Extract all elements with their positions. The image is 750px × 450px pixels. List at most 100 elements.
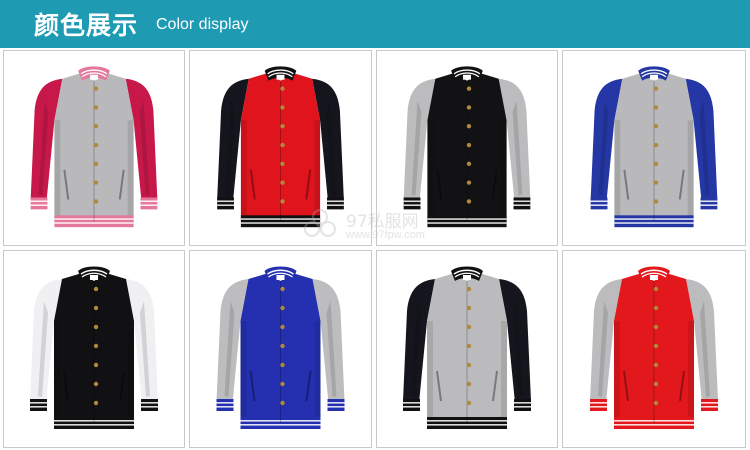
jacket-button xyxy=(653,305,659,311)
jacket-button xyxy=(93,343,99,349)
jacket-button xyxy=(466,199,472,204)
jacket-button xyxy=(653,286,659,292)
neck-label xyxy=(650,74,658,80)
jacket-button xyxy=(466,343,472,349)
header-title-cn: 颜色展示 xyxy=(34,11,139,40)
right-cuff xyxy=(700,197,718,210)
header-banner: 颜色展示 Color display xyxy=(0,0,750,48)
neck-label xyxy=(463,74,471,80)
right-cuff xyxy=(513,197,531,210)
right-cuff xyxy=(514,399,531,411)
jacket-button xyxy=(280,343,285,349)
right-cuff xyxy=(701,399,718,411)
jacket-figure xyxy=(217,66,344,228)
jacket-button xyxy=(466,286,472,292)
left-cuff xyxy=(590,399,607,411)
jacket-figure xyxy=(403,266,531,429)
jacket-button xyxy=(280,142,285,148)
header-title-en: Color display xyxy=(156,16,249,33)
jacket-button xyxy=(93,86,99,91)
left-cuff xyxy=(590,197,608,210)
neck-label xyxy=(463,275,471,280)
jacket-button xyxy=(653,324,659,330)
jacket-button xyxy=(653,343,659,349)
varsity-jacket-icon xyxy=(216,266,345,429)
right-cuff xyxy=(327,399,345,411)
jacket-button xyxy=(653,381,659,387)
left-cuff xyxy=(216,399,234,411)
jacket-button xyxy=(93,324,99,330)
jacket-button xyxy=(466,400,472,406)
jacket-button xyxy=(280,381,285,387)
product-tile[interactable] xyxy=(562,250,746,448)
product-tile[interactable] xyxy=(189,250,372,448)
product-tile[interactable] xyxy=(3,250,185,448)
jacket-button xyxy=(280,124,285,129)
jacket-button xyxy=(93,161,99,167)
jacket-figure xyxy=(590,266,718,429)
jacket-button xyxy=(93,400,99,406)
jacket-button xyxy=(93,142,99,148)
varsity-jacket-icon xyxy=(403,266,531,429)
jacket-figure xyxy=(30,266,158,429)
jacket-figure xyxy=(590,66,718,228)
left-cuff xyxy=(403,399,420,411)
right-cuff xyxy=(141,399,158,411)
product-tile[interactable] xyxy=(376,250,558,448)
jacket-button xyxy=(653,362,659,368)
neck-label xyxy=(276,74,285,80)
jacket-button xyxy=(466,305,472,311)
neck-label xyxy=(650,275,658,280)
jacket-button xyxy=(653,142,659,148)
neck-label xyxy=(90,74,98,80)
jacket-button xyxy=(280,400,285,406)
jacket-button xyxy=(466,180,472,185)
flower-logo-icon xyxy=(304,209,336,237)
left-cuff xyxy=(30,399,47,411)
jacket-button xyxy=(466,105,472,110)
left-cuff xyxy=(217,197,234,210)
jacket-button xyxy=(93,381,99,387)
jacket-button xyxy=(466,161,472,167)
neck-label xyxy=(276,275,285,280)
jacket-button xyxy=(280,161,285,167)
jacket-button xyxy=(653,124,659,129)
jacket-button xyxy=(93,305,99,311)
neck-label xyxy=(90,275,98,280)
jacket-button xyxy=(280,324,285,330)
jacket-button xyxy=(280,199,285,204)
jacket-button xyxy=(280,305,285,311)
left-cuff xyxy=(30,197,48,210)
jacket-button xyxy=(653,161,659,167)
jacket-button xyxy=(93,124,99,129)
jacket-button xyxy=(653,400,659,406)
product-tile[interactable] xyxy=(3,50,185,246)
jacket-button xyxy=(93,105,99,110)
watermark-url: www.97fpw.com xyxy=(346,229,425,241)
jacket-button xyxy=(653,86,659,91)
jacket-button xyxy=(653,180,659,185)
varsity-jacket-icon xyxy=(30,266,158,429)
jacket-button xyxy=(280,86,285,91)
jacket-figure xyxy=(30,66,158,228)
varsity-jacket-icon xyxy=(590,66,718,228)
varsity-jacket-icon xyxy=(30,66,158,228)
jacket-button xyxy=(280,362,285,368)
jacket-button xyxy=(653,199,659,204)
watermark: 97私服网 www.97fpw.com xyxy=(300,205,470,245)
jacket-button xyxy=(466,381,472,387)
jacket-button xyxy=(466,324,472,330)
jacket-button xyxy=(466,362,472,368)
color-grid xyxy=(0,48,750,450)
product-tile[interactable] xyxy=(562,50,746,246)
jacket-figure xyxy=(216,266,345,429)
jacket-button xyxy=(466,142,472,148)
jacket-button xyxy=(93,362,99,368)
right-cuff xyxy=(140,197,158,210)
jacket-button xyxy=(653,105,659,110)
jacket-button xyxy=(280,286,285,292)
varsity-jacket-icon xyxy=(590,266,718,429)
jacket-figure xyxy=(403,66,531,228)
jacket-button xyxy=(280,105,285,110)
jacket-button xyxy=(93,199,99,204)
